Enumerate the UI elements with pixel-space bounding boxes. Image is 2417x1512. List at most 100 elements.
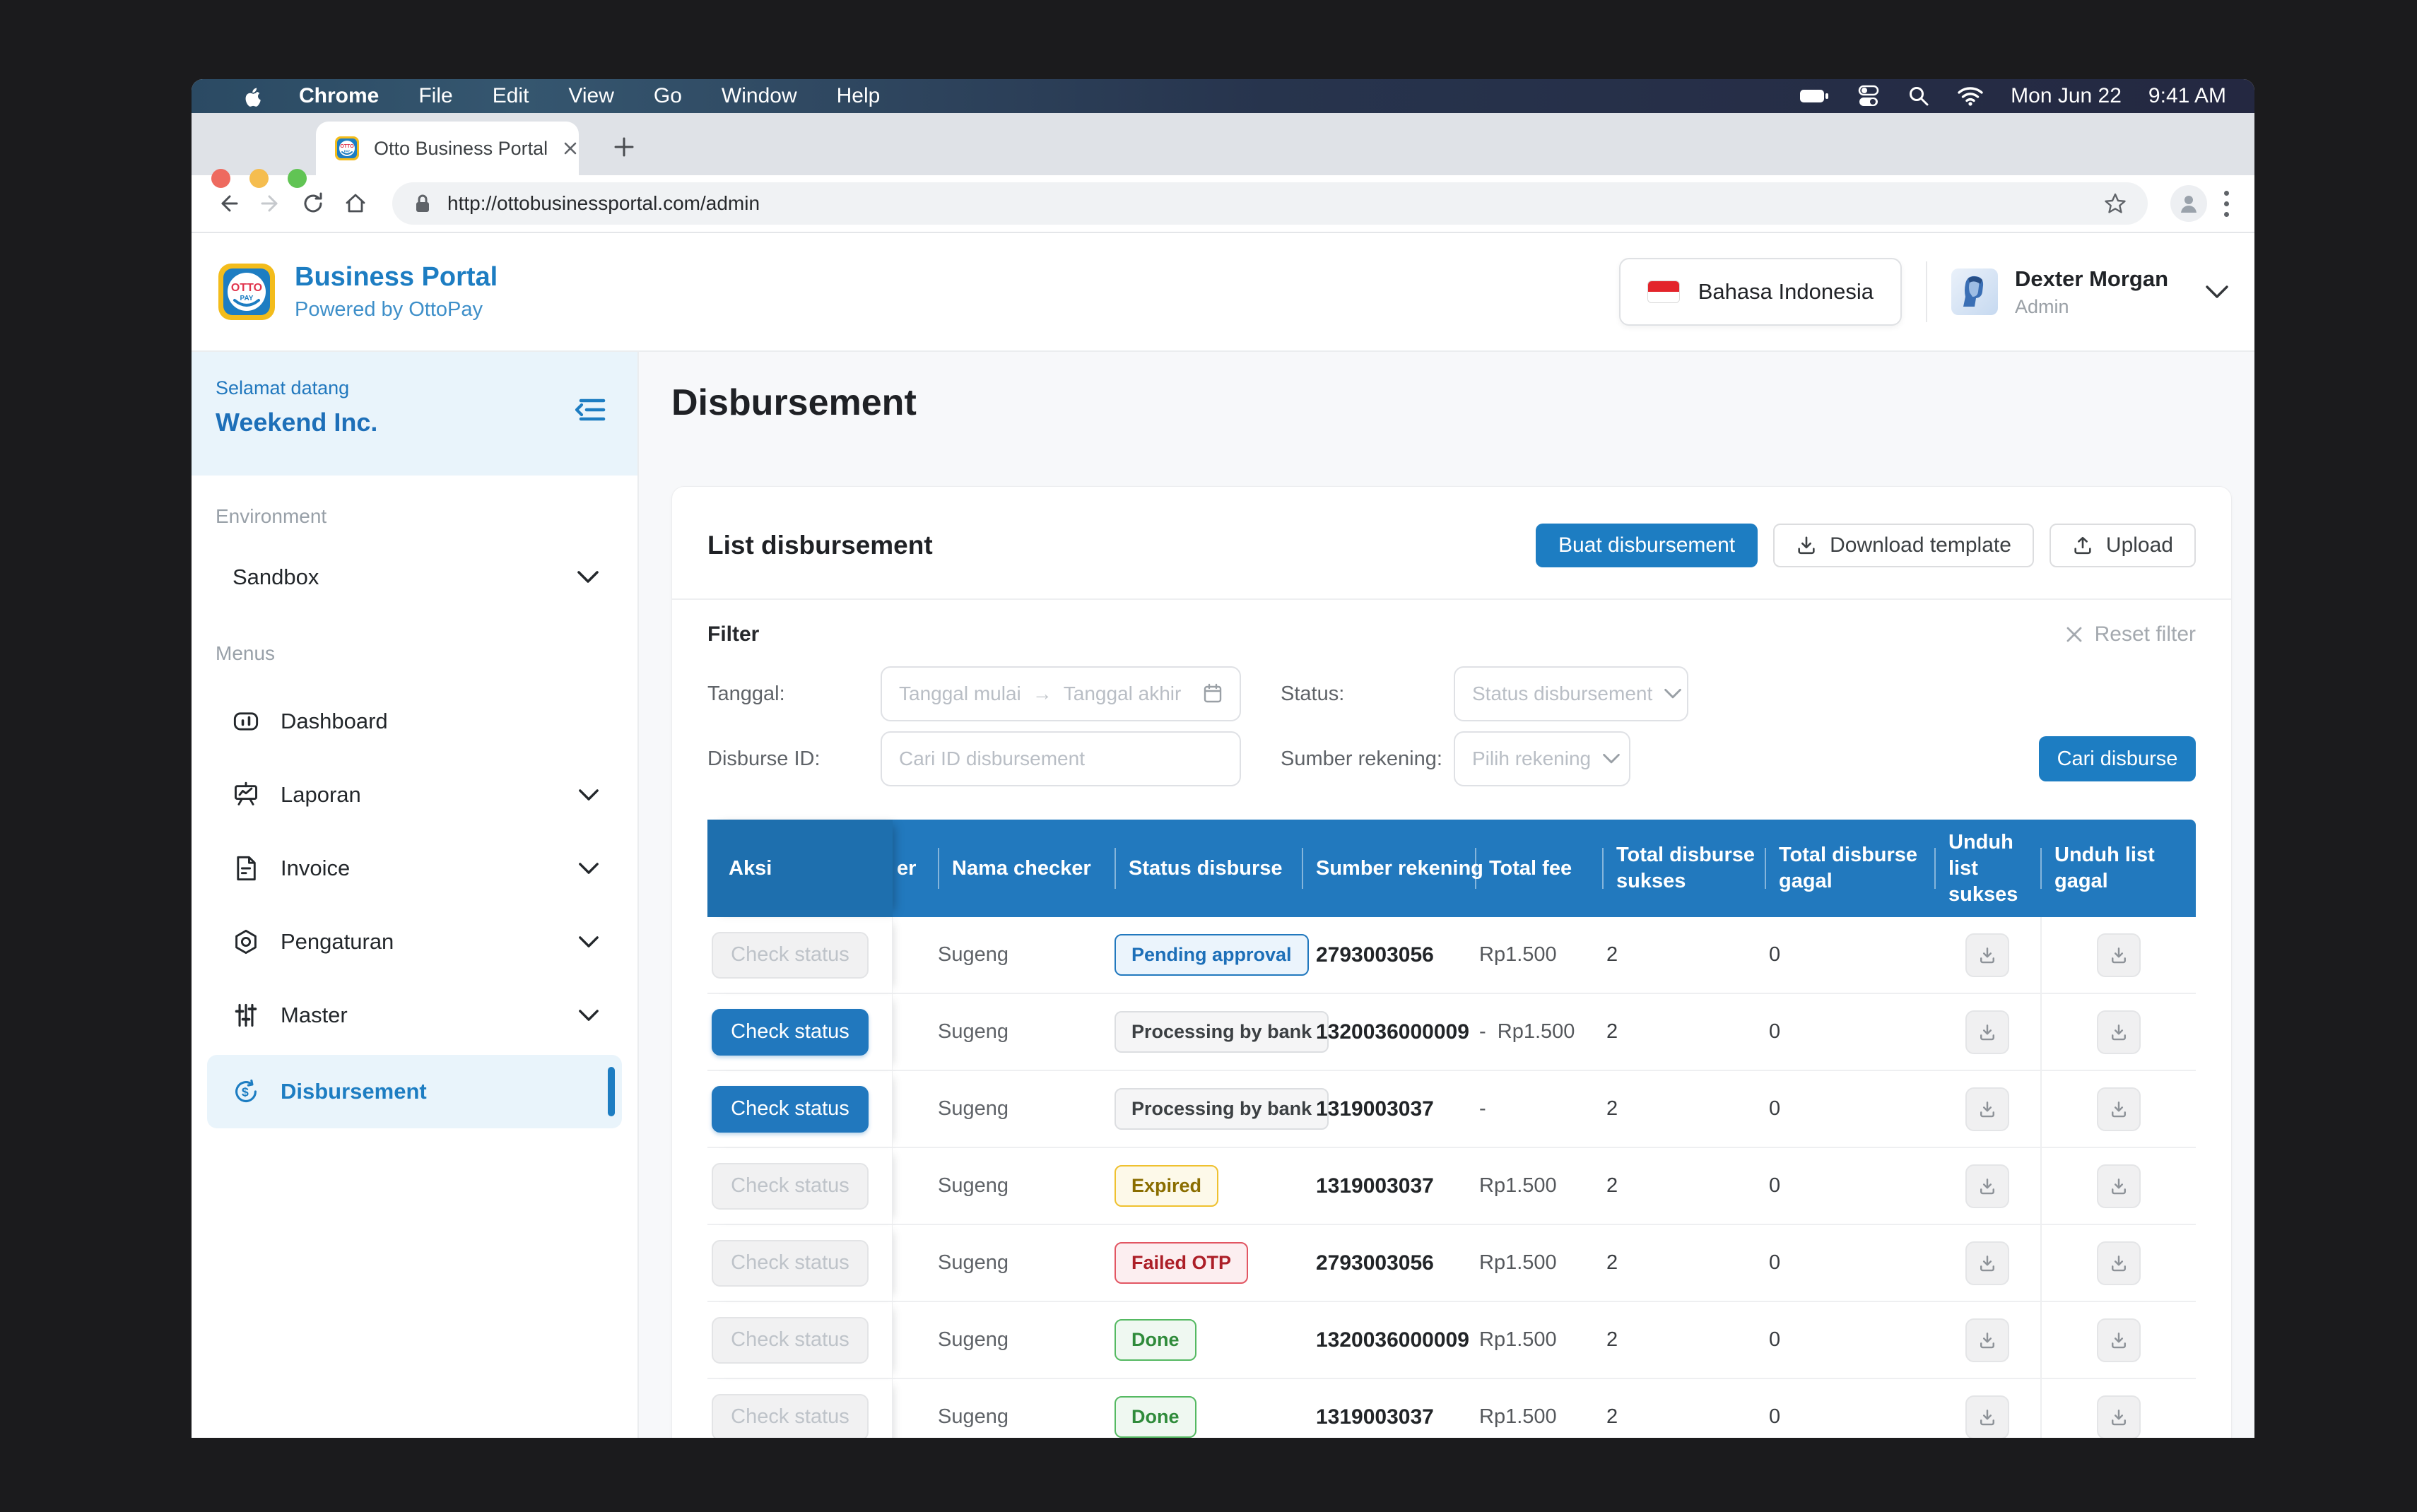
download-sukses-button[interactable] [1965, 1395, 2009, 1439]
sidebar-item-label: Disbursement [281, 1079, 427, 1104]
column-unduh-list-gagal: Unduh list gagal [2040, 820, 2196, 917]
new-tab-button[interactable] [608, 131, 640, 163]
menu-edit[interactable]: Edit [493, 84, 529, 108]
status-cell: Expired [1115, 1148, 1302, 1225]
download-sukses-cell [1934, 917, 2040, 994]
sidebar-item-invoice[interactable]: Invoice [192, 832, 637, 905]
chevron-down-icon [578, 935, 599, 949]
download-gagal-button[interactable] [2097, 1241, 2141, 1285]
welcome-label: Selamat datang [216, 377, 613, 399]
maker-cell [893, 1302, 938, 1379]
reset-filter-button[interactable]: Reset filter [2065, 622, 2196, 646]
arrow-right-icon: → [1033, 683, 1052, 705]
fee-cell: Rp1.500 [1475, 1225, 1602, 1302]
check-status-button[interactable]: Check status [712, 1086, 869, 1133]
url-text[interactable]: http://ottobusinessportal.com/admin [447, 192, 760, 215]
sidebar-item-master[interactable]: Master [192, 979, 637, 1052]
forward-button[interactable] [252, 185, 289, 222]
zoom-window-button[interactable] [288, 169, 307, 188]
rekening-cell: 1320036000009 [1302, 1302, 1475, 1379]
menu-go[interactable]: Go [654, 84, 682, 108]
download-sukses-button[interactable] [1965, 1164, 2009, 1208]
tab-close-icon[interactable] [562, 140, 579, 157]
download-gagal-button[interactable] [2097, 1395, 2141, 1439]
close-icon [2065, 625, 2083, 644]
download-gagal-cell [2040, 1071, 2196, 1148]
close-window-button[interactable] [211, 169, 230, 188]
svg-text:$: $ [242, 1085, 249, 1099]
check-status-button[interactable]: Check status [712, 932, 869, 979]
download-sukses-button[interactable] [1965, 1318, 2009, 1362]
wifi-icon[interactable] [1957, 85, 1984, 107]
check-status-button[interactable]: Check status [712, 1240, 869, 1287]
check-status-button[interactable]: Check status [712, 1163, 869, 1210]
sidebar-collapse-icon[interactable] [574, 396, 606, 424]
sumber-rekening-dropdown[interactable]: Pilih rekening [1454, 731, 1630, 786]
download-sukses-button[interactable] [1965, 1010, 2009, 1054]
reload-button[interactable] [295, 185, 331, 222]
download-gagal-button[interactable] [2097, 1010, 2141, 1054]
browser-profile-icon[interactable] [2170, 185, 2207, 222]
upload-button[interactable]: Upload [2050, 524, 2196, 567]
download-sukses-button[interactable] [1965, 933, 2009, 977]
browser-tab[interactable]: OTTOPAY Otto Business Portal [316, 122, 579, 175]
language-button[interactable]: Bahasa Indonesia [1619, 258, 1902, 326]
tab-strip: OTTOPAY Otto Business Portal [192, 113, 2254, 175]
tanggal-mulai-placeholder: Tanggal mulai [899, 683, 1021, 705]
download-sukses-cell [1934, 1071, 2040, 1148]
browser-window: Chrome File Edit View Go Window Help Mon… [192, 79, 2254, 1438]
download-gagal-button[interactable] [2097, 1318, 2141, 1362]
date-range-input[interactable]: Tanggal mulai → Tanggal akhir [881, 666, 1241, 721]
fee-cell: - [1475, 1071, 1602, 1148]
download-gagal-cell [2040, 994, 2196, 1071]
control-center-icon[interactable] [1857, 84, 1881, 108]
address-bar[interactable]: http://ottobusinessportal.com/admin [392, 182, 2148, 225]
spotlight-search-icon[interactable] [1907, 85, 1930, 107]
download-gagal-button[interactable] [2097, 933, 2141, 977]
minimize-window-button[interactable] [249, 169, 269, 188]
sliders-icon [233, 1002, 259, 1029]
sidebar-item-pengaturan[interactable]: Pengaturan [192, 905, 637, 979]
status-dropdown[interactable]: Status disbursement [1454, 666, 1688, 721]
apple-icon[interactable] [241, 85, 262, 107]
browser-menu-icon[interactable] [2224, 191, 2229, 217]
app-header: OTTOPAY Business Portal Powered by OttoP… [192, 233, 2254, 352]
user-name: Dexter Morgan [2015, 266, 2168, 292]
menu-view[interactable]: View [568, 84, 613, 108]
user-chevron-down-icon[interactable] [2205, 284, 2229, 300]
status-cell: Processing by bank [1115, 994, 1302, 1071]
aksi-cell: Check status [707, 1379, 893, 1438]
download-gagal-button[interactable] [2097, 1087, 2141, 1131]
check-status-button[interactable]: Check status [712, 1009, 869, 1056]
sidebar-item-dashboard[interactable]: Dashboard [192, 685, 637, 758]
table-row: Check status Sugeng Processing by bank 1… [707, 994, 2196, 1071]
lock-icon[interactable] [413, 193, 432, 214]
sukses-cell: 2 [1602, 917, 1765, 994]
user-menu[interactable]: Dexter Morgan Admin [1951, 266, 2229, 318]
home-button[interactable] [337, 185, 374, 222]
back-button[interactable] [210, 185, 247, 222]
disburse-id-field[interactable] [881, 731, 1241, 786]
menu-window[interactable]: Window [722, 84, 797, 108]
menu-chrome[interactable]: Chrome [299, 84, 379, 108]
check-status-button[interactable]: Check status [712, 1317, 869, 1364]
download-sukses-button[interactable] [1965, 1241, 2009, 1285]
check-status-button[interactable]: Check status [712, 1394, 869, 1439]
download-template-button[interactable]: Download template [1773, 524, 2034, 567]
download-sukses-button[interactable] [1965, 1087, 2009, 1131]
ottopay-logo: OTTOPAY [217, 262, 276, 321]
sidebar-item-disbursement[interactable]: $ Disbursement [207, 1055, 622, 1128]
disburse-id-input[interactable] [899, 748, 1223, 770]
company-name: Weekend Inc. [216, 408, 613, 437]
buat-disbursement-button[interactable]: Buat disbursement [1536, 524, 1758, 567]
menu-help[interactable]: Help [837, 84, 881, 108]
environment-selector[interactable]: Sandbox [192, 556, 637, 598]
battery-icon[interactable] [1799, 86, 1830, 106]
menu-file[interactable]: File [418, 84, 452, 108]
download-gagal-button[interactable] [2097, 1164, 2141, 1208]
status-badge: Pending approval [1115, 934, 1309, 976]
sidebar-item-laporan[interactable]: Laporan [192, 758, 637, 832]
status-placeholder: Status disbursement [1472, 683, 1652, 705]
cari-disburse-button[interactable]: Cari disburse [2039, 736, 2196, 781]
bookmark-star-icon[interactable] [2104, 192, 2127, 215]
